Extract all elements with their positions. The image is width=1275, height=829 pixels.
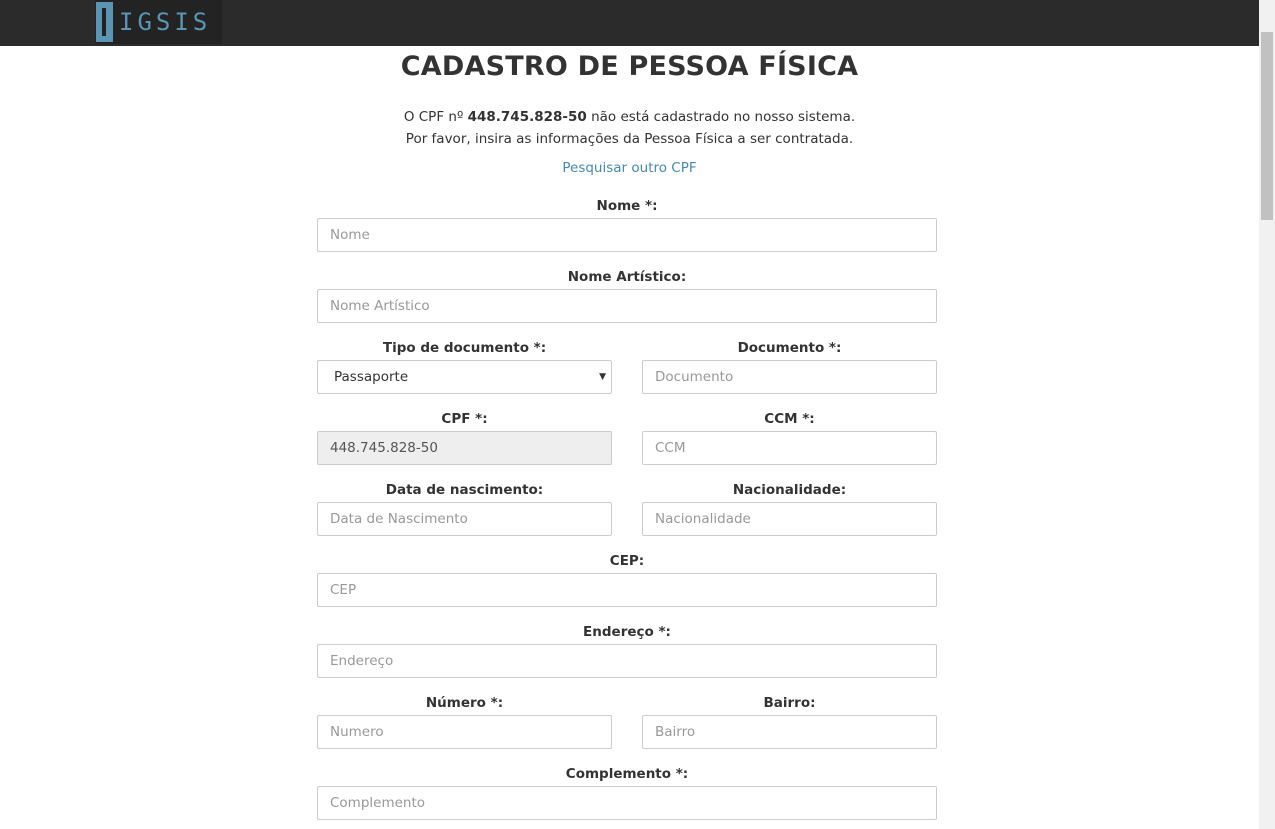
chevron-down-icon: ▼ [599, 372, 606, 382]
nacionalidade-label: Nacionalidade: [732, 482, 847, 498]
complemento-label: Complemento *: [565, 766, 689, 782]
info-line-2: Por favor, insira as informações da Pess… [405, 131, 854, 147]
cpf-input [317, 431, 612, 465]
documento-label: Documento *: [737, 340, 842, 356]
nome-input[interactable] [317, 218, 937, 252]
tipo-documento-value: Passaporte [334, 369, 409, 385]
complemento-input[interactable] [317, 786, 937, 820]
nacionalidade-input[interactable] [642, 502, 937, 536]
cep-input[interactable] [317, 573, 937, 607]
bairro-label: Bairro: [763, 695, 816, 711]
cpf-label: CPF *: [441, 411, 488, 427]
igsis-logo[interactable]: IGSIS [95, 0, 222, 44]
info-suffix: não está cadastrado no nosso sistema. [586, 109, 856, 125]
logo-text: IGSIS [119, 8, 212, 36]
ccm-input[interactable] [642, 431, 937, 465]
documento-input[interactable] [642, 360, 937, 394]
page-title: CADASTRO DE PESSOA FÍSICA [400, 51, 859, 82]
numero-input[interactable] [317, 715, 612, 749]
vertical-scrollbar[interactable] [1259, 0, 1275, 829]
cpf-info-message: O CPF nº 448.745.828-50 não está cadastr… [0, 106, 1259, 150]
endereco-label: Endereço *: [583, 624, 671, 640]
nome-artistico-input[interactable] [317, 289, 937, 323]
nome-artistico-label: Nome Artístico: [567, 269, 687, 285]
data-nascimento-input[interactable] [317, 502, 612, 536]
info-prefix: O CPF nº [403, 109, 468, 125]
cep-label: CEP: [609, 553, 645, 569]
tipo-documento-select[interactable]: Passaporte ▼ [317, 360, 612, 394]
search-other-cpf-link[interactable]: Pesquisar outro CPF [562, 160, 696, 176]
nome-label: Nome *: [596, 198, 658, 214]
numero-label: Número *: [425, 695, 504, 711]
top-navbar: IGSIS [0, 0, 1259, 46]
bairro-input[interactable] [642, 715, 937, 749]
logo-mark-icon [96, 2, 113, 42]
endereco-input[interactable] [317, 644, 937, 678]
ccm-label: CCM *: [764, 411, 815, 427]
scrollbar-thumb[interactable] [1261, 32, 1273, 220]
info-line-1: O CPF nº 448.745.828-50 não está cadastr… [0, 106, 1259, 128]
info-cpf-number: 448.745.828-50 [467, 109, 587, 125]
search-link-wrapper: Pesquisar outro CPF [0, 160, 1259, 176]
data-nascimento-label: Data de nascimento: [385, 482, 544, 498]
tipo-documento-label: Tipo de documento *: [382, 340, 547, 356]
